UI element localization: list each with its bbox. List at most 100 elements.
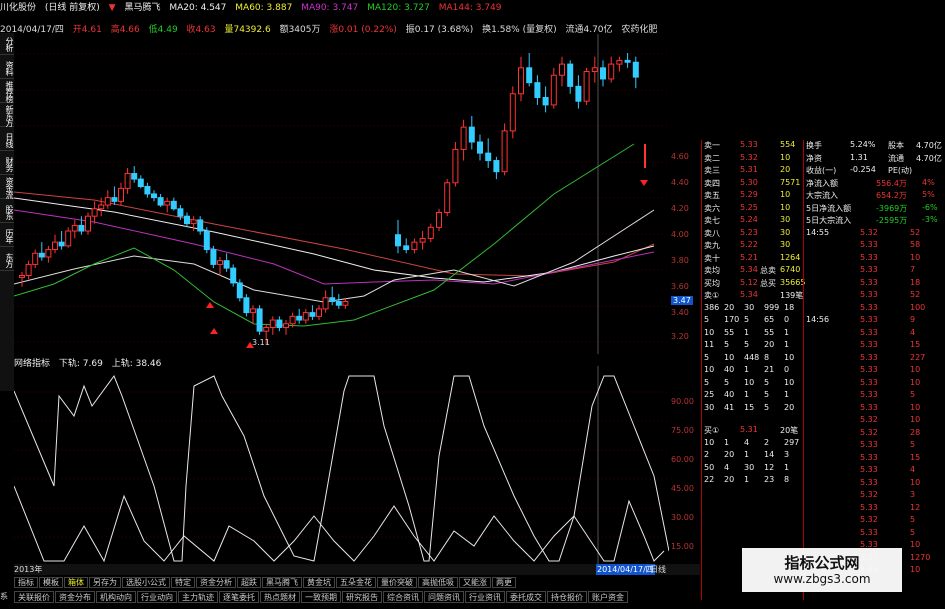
candle — [98, 204, 105, 210]
formula-tab[interactable]: 特定 — [171, 577, 195, 588]
info-tab[interactable]: 机构动向 — [96, 591, 136, 603]
formula-tab[interactable]: 黄金坑 — [303, 577, 335, 588]
info-tab[interactable]: 热点题材 — [260, 591, 300, 603]
info-tab[interactable]: 行业资讯 — [465, 591, 505, 603]
left-tab-daily[interactable]: 日线 — [0, 129, 14, 151]
queue-cell: 10 — [704, 365, 715, 374]
ind-axis-label: 45.00 — [671, 484, 694, 493]
info-tab[interactable]: 持仓报价 — [547, 591, 587, 603]
formula-tab[interactable]: 箱体 — [64, 577, 88, 588]
queue-cell: 14 — [764, 450, 775, 459]
ask-volume: 10 — [780, 152, 791, 162]
ask-volume: 30 — [780, 215, 791, 224]
info-tab[interactable]: 账户资金 — [588, 591, 628, 603]
formula-tab[interactable]: 选股小公式 — [122, 577, 170, 588]
left-tab-finance[interactable]: 财务 — [0, 153, 14, 175]
formula-tab[interactable]: 资金分析 — [196, 577, 236, 588]
formula-tab[interactable]: 黑马腾飞 — [262, 577, 302, 588]
queue-cell: 12 — [764, 462, 775, 472]
candle — [283, 323, 289, 328]
kline-chart[interactable]: 3.11 — [14, 34, 669, 354]
left-tab-history[interactable]: 历年 — [0, 225, 14, 247]
watermark-title: 指标公式网 — [784, 554, 860, 572]
tick-row: 5.33 100 — [804, 303, 945, 316]
formula-tab[interactable]: 两更 — [492, 577, 516, 588]
info-tab[interactable]: 委托成交 — [506, 591, 546, 603]
tick-row: 5.33 5 — [804, 528, 945, 541]
formula-tab[interactable]: 模板 — [39, 577, 63, 588]
formula-tab[interactable]: 高抛低吸 — [418, 577, 458, 588]
queue-cell: 386 — [704, 302, 720, 312]
left-tab-holders[interactable]: 股东 — [0, 201, 14, 223]
formula-tab[interactable]: 另存为 — [89, 577, 121, 588]
tick-volume: 1270 — [910, 552, 931, 562]
period-button[interactable]: 日线 — [650, 564, 666, 575]
today-candle — [644, 144, 646, 168]
tick-price: 5.33 — [860, 240, 878, 249]
info-tab[interactable]: 综合资讯 — [383, 591, 423, 603]
queue-cell: 25 — [704, 390, 715, 399]
candle — [342, 300, 349, 306]
info-tab[interactable]: 关联报价 — [14, 591, 54, 603]
stat-value: 4.70亿 — [916, 141, 942, 150]
tick-price: 5.32 — [860, 415, 878, 424]
queue-cell: 23 — [764, 475, 775, 484]
flow-row: 5日大宗流入 -2595万 -3% — [804, 215, 945, 228]
left-tab-capital-flow[interactable]: 资金流 — [0, 177, 14, 199]
flow-value: -2595万 — [876, 216, 908, 225]
ask-level-label: 卖四 — [704, 178, 720, 188]
info-tab[interactable]: 行业动向 — [137, 591, 177, 603]
left-tab-neweast[interactable]: 新东方 — [0, 105, 14, 127]
tick-volume: 10 — [910, 377, 921, 387]
candle — [52, 241, 58, 251]
candle — [316, 308, 322, 317]
buy-signal-icon — [206, 302, 214, 308]
info-bar: 2014/04/17/四 开4.61 高4.66 低4.49 收4.63 量74… — [0, 22, 945, 34]
formula-tab[interactable]: 量价突破 — [377, 577, 417, 588]
candle — [289, 315, 296, 325]
ask-volume: 30 — [780, 240, 791, 249]
ind-axis-label: 90.00 — [671, 397, 694, 406]
info-tab[interactable]: 一致预期 — [301, 591, 341, 603]
stat-row: 收益(一) -0.254 PE(动) — [804, 165, 945, 178]
flow-label: 净流入额 — [806, 178, 838, 188]
formula-tab[interactable]: 超跌 — [237, 577, 261, 588]
queue-cell: 5 — [724, 377, 730, 387]
candle — [460, 126, 467, 150]
info-tab[interactable]: 主力轨迹 — [178, 591, 218, 603]
queue-cell: 55 — [724, 327, 735, 337]
candle — [230, 267, 237, 284]
left-tab-east[interactable]: 东方 — [0, 249, 14, 271]
info-tab[interactable]: 问题资讯 — [424, 591, 464, 603]
formula-tab[interactable]: 五朵金花 — [336, 577, 376, 588]
candle — [32, 252, 39, 265]
summary-row: 卖均 5.34 总卖 6740 — [702, 265, 803, 278]
left-tab-recommend[interactable]: 推荐榜 — [0, 81, 14, 103]
candle — [19, 275, 25, 278]
system-label[interactable]: 系 — [0, 591, 14, 605]
formula-tab-row: 指标 模板 箱体 另存为 选股小公式 特定 资金分析 超跌 黑马腾飞 黄金坑 五朵金花 量价突破 高抛低… — [14, 577, 700, 589]
formula-tab[interactable]: 又能涨 — [459, 577, 491, 588]
info-tab[interactable]: 资金分布 — [55, 591, 95, 603]
left-tab-analysis[interactable]: 分析 — [0, 33, 14, 55]
tick-row: 5.33 10 — [804, 403, 945, 416]
flag-icon: ▼ — [108, 3, 116, 13]
queue-row: 11 5 5 20 1 — [702, 340, 803, 353]
tick-volume: 52 — [910, 227, 921, 237]
tick-price: 5.33 — [860, 265, 878, 274]
flow-pct: -3% — [922, 215, 938, 224]
tick-price: 5.33 — [860, 340, 878, 349]
queue-cell: 10 — [704, 437, 715, 447]
candle — [542, 96, 549, 106]
tick-price: 5.33 — [860, 252, 878, 262]
left-tab-profile[interactable]: 资料 — [0, 57, 14, 79]
candle — [493, 160, 500, 173]
candle — [534, 82, 541, 98]
info-tab[interactable]: 逐笔委托 — [219, 591, 259, 603]
indicator-chart[interactable] — [14, 366, 669, 564]
queue-cell: 5 — [704, 315, 710, 324]
formula-tab[interactable]: 指标 — [14, 577, 38, 588]
tick-price: 5.32 — [860, 227, 878, 237]
queue-row: 5 5 10 5 10 — [702, 378, 803, 391]
info-tab[interactable]: 研究报告 — [342, 591, 382, 603]
